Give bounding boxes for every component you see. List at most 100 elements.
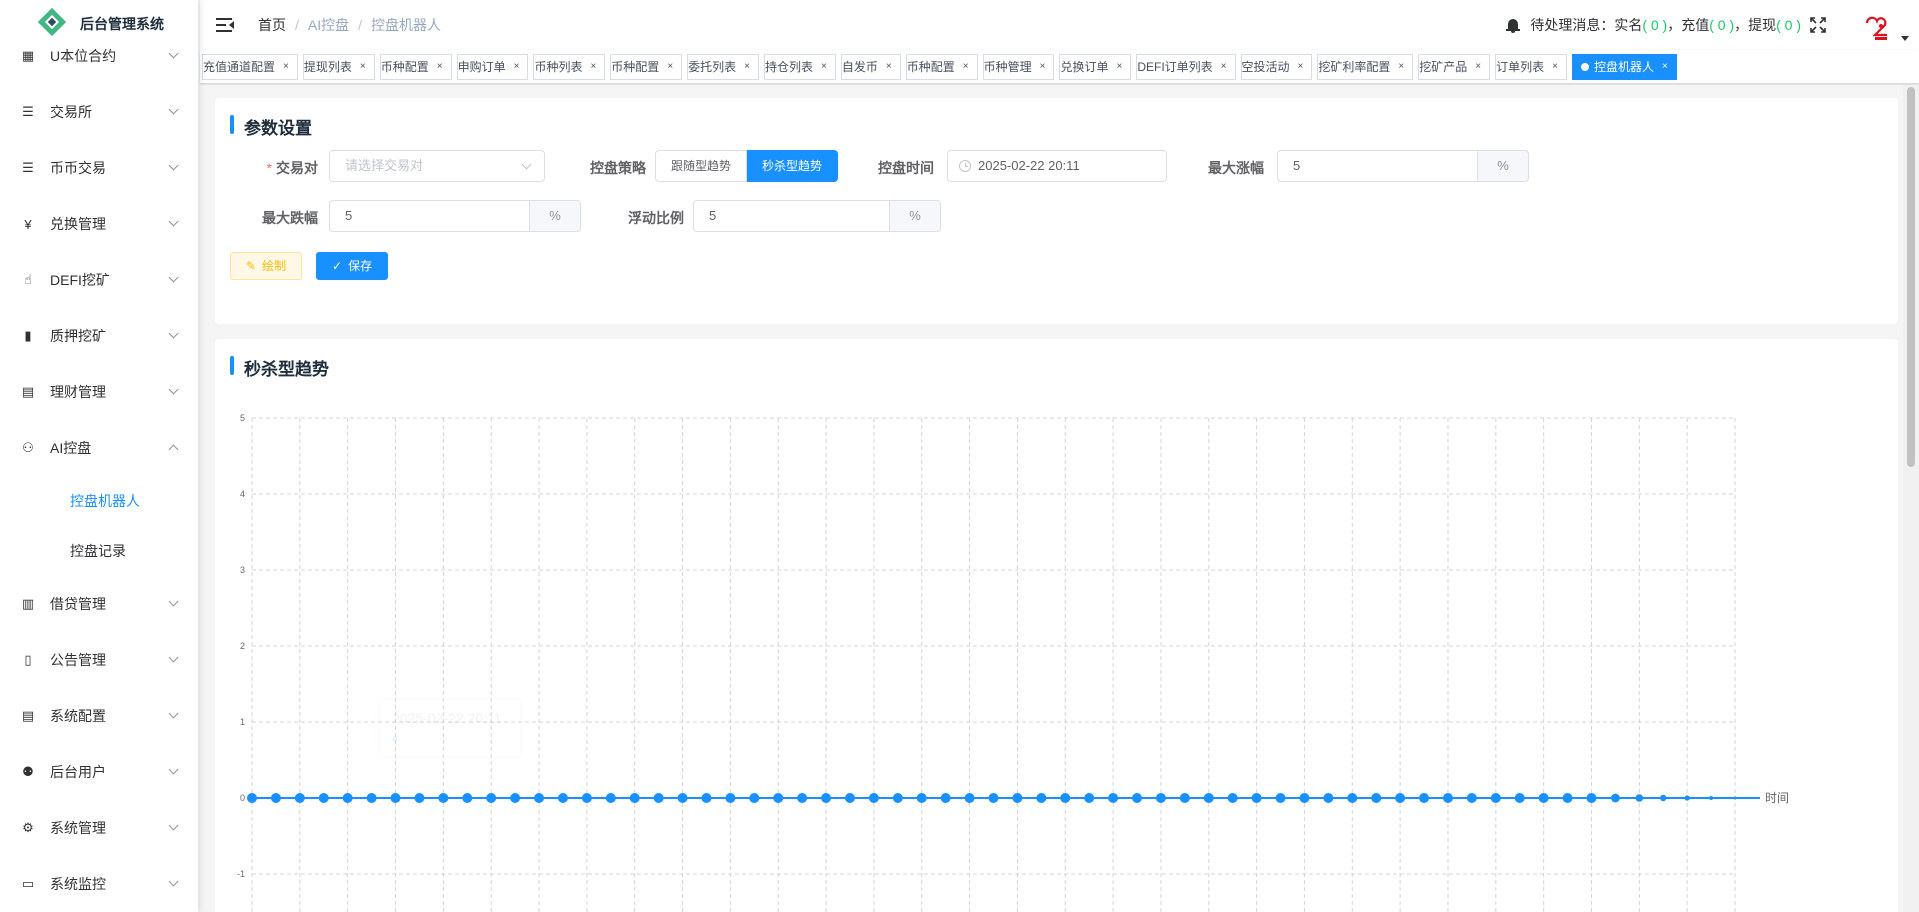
- close-icon[interactable]: ×: [1040, 54, 1046, 80]
- tag-item[interactable]: 提现列表 ×: [302, 54, 375, 80]
- tag-item[interactable]: 空投活动 ×: [1240, 54, 1313, 80]
- max-fall-input[interactable]: 5: [329, 200, 529, 232]
- close-icon[interactable]: ×: [963, 54, 969, 80]
- strategy-spike-option[interactable]: 秒杀型趋势: [747, 150, 839, 182]
- pair-select[interactable]: 请选择交易对: [329, 150, 545, 182]
- max-rise-input[interactable]: 5: [1277, 150, 1477, 182]
- sidebar-item-10[interactable]: ▤ 系统配置: [0, 688, 198, 744]
- app-root: 后台管理系统 ▦ U本位合约 ☰ 交易所 ☰ 币币交易 ¥ 兑换管理 ☝ DEFI挖矿 ▮ 质押挖矿 ▤…: [0, 0, 1919, 912]
- y-tick-label: 0: [240, 793, 245, 803]
- logo[interactable]: 后台管理系统: [0, 0, 198, 48]
- close-icon[interactable]: ×: [514, 54, 520, 80]
- tag-item[interactable]: 币种配置 ×: [610, 54, 683, 80]
- breadcrumb-home[interactable]: 首页: [258, 15, 286, 35]
- close-icon[interactable]: ×: [821, 54, 827, 80]
- sidebar-subitem-0[interactable]: 控盘机器人: [0, 476, 198, 526]
- tag-item[interactable]: 委托列表 ×: [687, 54, 760, 80]
- tag-item[interactable]: 币种列表 ×: [533, 54, 606, 80]
- close-icon[interactable]: ×: [1475, 54, 1481, 80]
- data-point: [247, 793, 257, 803]
- sidebar-item-label: 币币交易: [50, 160, 106, 176]
- hamburger-icon[interactable]: [216, 18, 234, 32]
- sidebar-item-6[interactable]: ▤ 理财管理: [0, 364, 198, 420]
- data-point: [677, 793, 688, 803]
- data-point: [725, 793, 736, 803]
- close-icon[interactable]: ×: [667, 54, 673, 80]
- float-input[interactable]: 5: [693, 200, 889, 232]
- strategy-follow-option[interactable]: 跟随型趋势: [655, 150, 748, 182]
- draw-button[interactable]: ✎ 绘制: [230, 252, 303, 280]
- data-point: [1538, 793, 1549, 803]
- close-icon[interactable]: ×: [360, 54, 366, 80]
- sidebar-item-9[interactable]: ▯ 公告管理: [0, 632, 198, 688]
- tag-item[interactable]: 申购订单 ×: [456, 54, 529, 80]
- trend-chart[interactable]: -1 0 1 2 3 4 5 时间: [215, 339, 1898, 912]
- tag-label: 提现列表: [303, 60, 352, 74]
- close-icon[interactable]: ×: [1298, 54, 1304, 80]
- data-point: [510, 793, 521, 803]
- notice-withdraw-label[interactable]: 提现: [1748, 17, 1776, 33]
- user-menu[interactable]: [1861, 5, 1909, 45]
- close-icon[interactable]: ×: [1398, 54, 1404, 80]
- y-tick-label: 1: [240, 717, 245, 727]
- time-label: 控盘时间: [878, 160, 934, 176]
- tag-item[interactable]: 持仓列表 ×: [764, 54, 836, 80]
- close-icon[interactable]: ×: [590, 54, 596, 80]
- sidebar-item-13[interactable]: ▭ 系统监控: [0, 856, 198, 912]
- max-fall-field: 5 %: [329, 200, 581, 232]
- time-picker[interactable]: 2025-02-22 20:11: [947, 150, 1167, 182]
- avatar[interactable]: [1861, 13, 1893, 45]
- notice-realname-label[interactable]: 实名: [1614, 17, 1642, 33]
- tag-item[interactable]: 挖矿利率配置 ×: [1317, 54, 1414, 80]
- chevron-down-icon: [168, 328, 179, 339]
- tag-item[interactable]: 兑换订单 ×: [1059, 54, 1132, 80]
- sidebar-item-3[interactable]: ¥ 兑换管理: [0, 196, 198, 252]
- sidebar-item-1[interactable]: ☰ 交易所: [0, 84, 198, 140]
- sidebar-item-2[interactable]: ☰ 币币交易: [0, 140, 198, 196]
- tag-item[interactable]: 挖矿产品 ×: [1418, 54, 1491, 80]
- close-icon[interactable]: ×: [886, 54, 892, 80]
- y-tick-label: -1: [237, 869, 245, 879]
- scrollbar-thumb[interactable]: [1907, 87, 1915, 467]
- float-label: 浮动比例: [628, 210, 684, 226]
- tag-item[interactable]: 控盘机器人 ×: [1571, 54, 1677, 80]
- tag-item[interactable]: 充值通道配置 ×: [202, 54, 298, 80]
- notice-recharge-count[interactable]: ( 0 ): [1709, 17, 1734, 33]
- data-point: [1586, 793, 1597, 803]
- notice-prefix: 待处理消息：: [1530, 17, 1615, 33]
- data-point: [1108, 793, 1119, 803]
- scrollbar[interactable]: [1903, 85, 1919, 912]
- sidebar-subitem-1[interactable]: 控盘记录: [0, 526, 198, 576]
- sidebar-item-4[interactable]: ☝ DEFI挖矿: [0, 252, 198, 308]
- notice-withdraw-count[interactable]: ( 0 ): [1776, 17, 1801, 33]
- notice-recharge-label[interactable]: 充值: [1681, 17, 1709, 33]
- fullscreen-icon[interactable]: [1809, 16, 1827, 34]
- sidebar-item-5[interactable]: ▮ 质押挖矿: [0, 308, 198, 364]
- save-button[interactable]: ✓ 保存: [316, 252, 389, 280]
- sidebar-item-12[interactable]: ⚙ 系统管理: [0, 800, 198, 856]
- tag-item[interactable]: 币种配置 ×: [379, 54, 452, 80]
- tag-item[interactable]: 币种配置 ×: [905, 54, 978, 80]
- close-icon[interactable]: ×: [283, 54, 289, 80]
- tag-item[interactable]: 自发币 ×: [840, 54, 901, 80]
- tag-item[interactable]: 币种管理 ×: [982, 54, 1055, 80]
- tag-label: 币种配置: [611, 60, 660, 74]
- close-icon[interactable]: ×: [1116, 54, 1122, 80]
- notice-realname-count[interactable]: ( 0 ): [1642, 17, 1667, 33]
- tag-item[interactable]: 订单列表 ×: [1495, 54, 1567, 80]
- close-icon[interactable]: ×: [1552, 54, 1558, 80]
- sidebar-item-label: 质押挖矿: [50, 328, 106, 344]
- sidebar-item-7[interactable]: ⚇ AI控盘: [0, 420, 198, 476]
- close-icon[interactable]: ×: [1662, 54, 1668, 80]
- tag-label: 委托列表: [688, 60, 737, 74]
- close-icon[interactable]: ×: [744, 54, 750, 80]
- sidebar-item-8[interactable]: ▥ 借贷管理: [0, 576, 198, 632]
- close-icon[interactable]: ×: [1221, 54, 1227, 80]
- y-tick-label: 5: [240, 413, 245, 423]
- max-rise-unit: %: [1477, 150, 1529, 182]
- sidebar-item-11[interactable]: ⚉ 后台用户: [0, 744, 198, 800]
- tag-item[interactable]: DEFI订单列表 ×: [1136, 54, 1236, 80]
- data-point: [1084, 793, 1095, 803]
- bell-icon[interactable]: [1506, 18, 1521, 33]
- close-icon[interactable]: ×: [437, 54, 443, 80]
